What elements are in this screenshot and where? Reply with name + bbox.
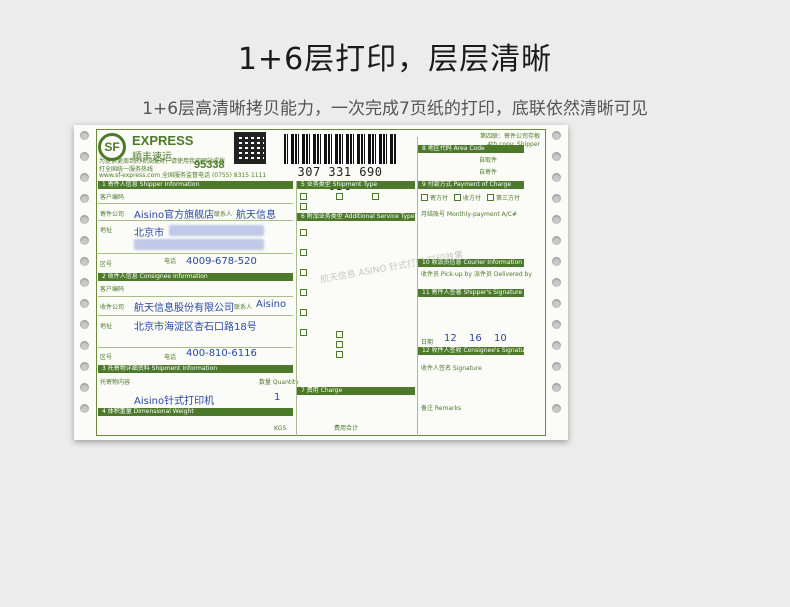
label-quantity: 数量 Quantity: [259, 379, 299, 386]
label-kgs: KGS: [274, 425, 287, 432]
barcode: [284, 134, 396, 164]
feed-holes-left: [78, 131, 92, 425]
copy-label-cn: 第四联：寄件公司存根: [479, 133, 540, 140]
label-consignee-company: 收件公司: [100, 304, 125, 311]
label-total: 费用合计: [334, 425, 359, 432]
label-customer-no: 客户编码: [100, 194, 125, 201]
checkbox-additional-2[interactable]: [300, 249, 307, 256]
waybill-image: SF EXPRESS 顺丰速运 为提供更周到的收派服务，请使用我司网站或拨打全国…: [74, 125, 568, 440]
checkbox-service-4[interactable]: [372, 193, 379, 200]
label-self-pickup: 自取件: [479, 157, 498, 164]
page-subtitle: 1+6层高清晰拷贝能力，一次完成7页纸的打印，底联依然清晰可见: [142, 99, 648, 119]
shipper-address: 北京市: [134, 228, 164, 239]
website: www.sf-express.com: [99, 172, 161, 179]
section-service-type: 5 业务类型 Shipment Type: [297, 181, 415, 189]
label-pickup-by: 收件员 Pick-up by: [421, 271, 472, 278]
label-consignee-address: 地址: [100, 323, 113, 330]
label-consignee-pay: 收方付: [463, 195, 482, 202]
shipper-company: Aisino官方旗舰店: [134, 210, 215, 221]
sf-logo: SF: [98, 133, 126, 161]
checkbox-additional-4[interactable]: [300, 289, 307, 296]
checkbox-additional-6[interactable]: [300, 329, 307, 336]
section-payment: 9 付款方式 Payment of Charge: [418, 181, 524, 189]
date-hour: 10: [494, 333, 507, 344]
redacted-address: [169, 225, 264, 236]
redacted-address-2: [134, 239, 264, 250]
checkbox-additional-9[interactable]: [336, 351, 343, 358]
label-consignee-contact: 联系人: [234, 304, 253, 311]
shipment-quantity: 1: [274, 392, 281, 403]
checkbox-additional-7[interactable]: [336, 331, 343, 338]
label-recipient-sign: 收件人签名 Signature: [421, 365, 482, 372]
label-shipper-tel: 电话: [164, 258, 177, 265]
label-consignee-tel: 电话: [164, 354, 177, 361]
shipment-item: Aisino针式打印机: [134, 396, 215, 407]
section-additional: 6 附加业务类型 Additional Service Type: [297, 213, 415, 221]
section-shipper-sign: 11 寄件人签署 Shipper's Signature: [418, 289, 524, 297]
checkbox-additional-5[interactable]: [300, 309, 307, 316]
feed-holes-right: [550, 131, 564, 425]
label-shipper-address: 地址: [100, 227, 113, 234]
checkbox-additional-3[interactable]: [300, 269, 307, 276]
label-shipper-contact: 联系人: [214, 211, 233, 218]
section-shipment: 3 托寄物详细资料 Shipment Information: [98, 365, 293, 373]
section-consignee-sign: 12 收件人签收 Consignee's Signature: [418, 347, 524, 355]
section-charge: 7 费用 Charge: [297, 387, 415, 395]
shipper-contact: 航天信息: [236, 210, 276, 221]
label-delivered-by: 派件员 Delivered by: [474, 271, 532, 278]
label-monthly-account: 月结账号 Monthly-payment A/C#: [421, 211, 517, 218]
section-courier: 10 收派员信息 Courier Information: [418, 259, 524, 267]
checkbox-additional-1[interactable]: [300, 229, 307, 236]
label-description: 托寄物内容: [100, 379, 131, 386]
consignee-company: 航天信息股份有限公司: [134, 303, 234, 314]
label-third-party: 第三方付: [496, 195, 521, 202]
complaint-line: 全国服务监督电话 (0755) 8315 1111: [162, 172, 267, 179]
label-shipper-company: 寄件公司: [100, 211, 125, 218]
checkbox-service-3[interactable]: [336, 193, 343, 200]
section-shipper: 1 寄件人信息 Shipper Information: [98, 181, 293, 189]
website-line: www.sf-express.com 全国服务监督电话 (0755) 8315 …: [99, 170, 269, 179]
checkbox-consignee-pay[interactable]: [454, 194, 461, 201]
label-self-send: 自寄件: [479, 169, 498, 176]
checkbox-third-party[interactable]: [487, 194, 494, 201]
consignee-phone: 400-810-6116: [186, 348, 257, 359]
section-dimensional: 4 体积重量 Dimensional Weight: [98, 408, 293, 416]
consignee-contact: Aisino: [256, 299, 287, 310]
label-shipper-area: 区号: [100, 261, 113, 268]
shipper-phone: 4009-678-520: [186, 256, 257, 267]
checkbox-service-2[interactable]: [300, 203, 307, 210]
consignee-address: 北京市海淀区杏石口路18号: [134, 322, 257, 333]
page-headline: 1+6层打印，层层清晰: [237, 42, 553, 77]
section-consignee: 2 收件人信息 Consignee Information: [98, 273, 293, 281]
qr-code: [234, 132, 266, 164]
label-shipper-pay: 寄方付: [430, 195, 449, 202]
checkbox-additional-8[interactable]: [336, 341, 343, 348]
date-day: 16: [469, 333, 482, 344]
label-consignee-area: 区号: [100, 354, 113, 361]
date-month: 12: [444, 333, 457, 344]
label-consignee-customer-no: 客户编码: [100, 286, 125, 293]
checkbox-shipper-pay[interactable]: [421, 194, 428, 201]
label-remarks: 备注 Remarks: [421, 405, 462, 412]
section-area-code: 8 地区代码 Area Code: [418, 145, 524, 153]
label-date: 日期: [421, 339, 434, 346]
brand-en: EXPRESS: [132, 133, 194, 148]
checkbox-service-1[interactable]: [300, 193, 307, 200]
